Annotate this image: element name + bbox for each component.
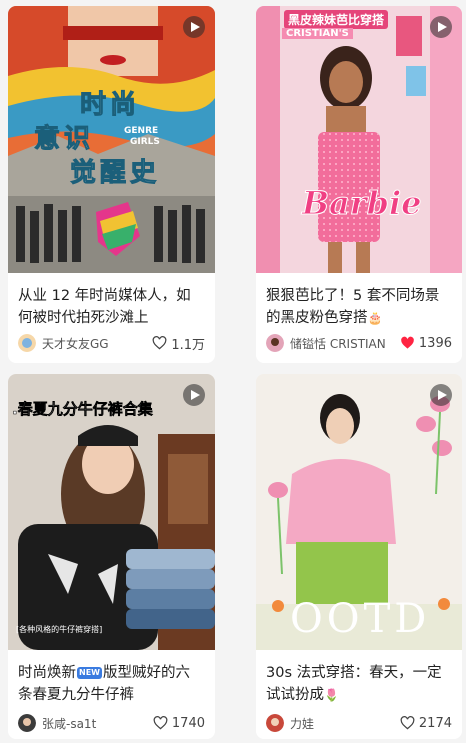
note-card[interactable]: 黑皮辣妹芭比穿搭 CRISTIAN'S Barbie 狠狠芭比了！5 套不同场景…: [256, 6, 462, 363]
like-button[interactable]: 1396: [400, 336, 452, 351]
heart-filled-icon: [401, 336, 414, 349]
cover-headline: OOTD: [290, 596, 431, 642]
note-cover-image[interactable]: 时尚 意识 觉醒史 GENRE GIRLS: [8, 6, 215, 273]
author-name[interactable]: 张咸-sa1t: [42, 715, 153, 732]
cover-headline-line-2: 意识: [33, 124, 95, 155]
note-card[interactable]: .春夏九分牛仔裤合集 [各种风格的牛仔裤穿搭] 时尚焕新 NEW 版型贼好的六条春夏…: [8, 374, 215, 739]
note-card[interactable]: 时尚 意识 觉醒史 GENRE GIRLS 从业 12 年时尚媒体人，如何被时代…: [8, 6, 215, 363]
play-icon[interactable]: [183, 16, 205, 38]
author-avatar[interactable]: [18, 334, 36, 352]
author-avatar[interactable]: [266, 334, 284, 352]
note-feed: 时尚 意识 觉醒史 GENRE GIRLS 从业 12 年时尚媒体人，如何被时代…: [0, 0, 466, 743]
cake-emoji: 🎂: [367, 311, 383, 325]
like-count: 1740: [171, 715, 205, 731]
note-title[interactable]: 从业 12 年时尚媒体人，如何被时代拍死沙滩上: [18, 285, 203, 329]
note-title-text: 30s 法式穿搭：春天，一定试试扮成: [266, 665, 442, 703]
heart-outline-icon: [400, 716, 415, 730]
like-count: 1396: [418, 335, 452, 351]
cover-headline-line-3: 觉醒史: [69, 158, 161, 189]
cover-headline: .春夏九分牛仔裤合集: [12, 400, 153, 419]
like-button[interactable]: 1.1万: [152, 334, 205, 353]
note-title-part-1: 时尚焕新: [18, 665, 76, 681]
cover-tag-line-2: GIRLS: [130, 137, 160, 147]
like-button[interactable]: 2174: [400, 716, 452, 731]
note-cover-image[interactable]: 黑皮辣妹芭比穿搭 CRISTIAN'S Barbie: [256, 6, 462, 273]
note-title-text: 狠狠芭比了！5 套不同场景的黑皮粉色穿搭: [266, 288, 440, 326]
cover-headline: 黑皮辣妹芭比穿搭: [284, 10, 389, 29]
like-count: 2174: [418, 715, 452, 731]
note-card[interactable]: OOTD 30s 法式穿搭：春天，一定试试扮成🌷 力娃 2174: [256, 374, 462, 739]
note-title[interactable]: 狠狠芭比了！5 套不同场景的黑皮粉色穿搭🎂: [266, 285, 450, 329]
cover-illustration: [256, 6, 462, 273]
author-name[interactable]: 天才女友GG: [42, 335, 152, 352]
like-count: 1.1万: [171, 337, 205, 353]
play-icon[interactable]: [430, 16, 452, 38]
cover-tag-line-1: GENRE: [124, 126, 159, 136]
cover-caption: [各种风格的牛仔裤穿搭]: [16, 625, 103, 634]
cover-brand: CRISTIAN'S: [282, 28, 353, 39]
note-title[interactable]: 时尚焕新 NEW 版型贼好的六条春夏九分牛仔裤: [18, 662, 203, 706]
note-cover-image[interactable]: OOTD: [256, 374, 462, 650]
cover-headline-line-1: 时尚: [79, 90, 141, 121]
new-badge-icon: NEW: [77, 667, 102, 679]
heart-outline-icon: [153, 716, 168, 730]
author-avatar[interactable]: [18, 714, 36, 732]
author-name[interactable]: 力娃: [290, 715, 400, 732]
note-meta: 力娃 2174: [266, 711, 452, 735]
note-meta: 储镒恬 CRISTIAN 1396: [266, 331, 452, 355]
heart-outline-icon: [152, 336, 167, 350]
play-icon[interactable]: [430, 384, 452, 406]
author-name[interactable]: 储镒恬 CRISTIAN: [290, 335, 400, 352]
cover-script-text: Barbie: [302, 184, 423, 223]
note-meta: 天才女友GG 1.1万: [18, 331, 205, 355]
tulip-emoji: 🌷: [324, 688, 339, 702]
note-cover-image[interactable]: .春夏九分牛仔裤合集 [各种风格的牛仔裤穿搭]: [8, 374, 215, 650]
note-meta: 张咸-sa1t 1740: [18, 711, 205, 735]
like-button[interactable]: 1740: [153, 716, 205, 731]
author-avatar[interactable]: [266, 714, 284, 732]
note-title[interactable]: 30s 法式穿搭：春天，一定试试扮成🌷: [266, 662, 450, 706]
play-icon[interactable]: [183, 384, 205, 406]
